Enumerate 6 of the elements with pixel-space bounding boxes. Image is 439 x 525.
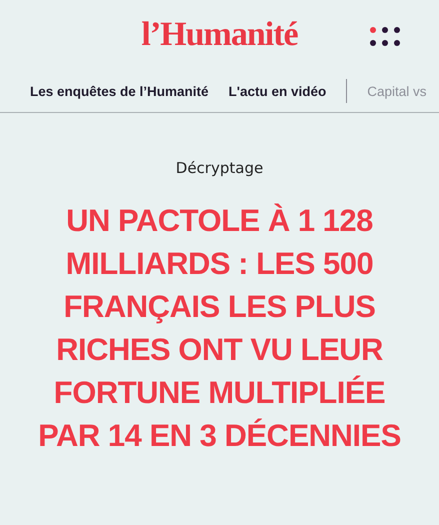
article-category: Décryptage <box>176 159 264 177</box>
nav-link[interactable]: L'actu en vidéo <box>228 84 326 98</box>
menu-icon[interactable] <box>369 27 401 47</box>
article-title: UN PACTOLE À 1 128 MILLIARDS : LES 500 FRANÇAIS LES PLUS RICHES ONT VU LEUR FORTUNE MULTIPLIÉE PAR 14 EN 3 DÉCENNIES <box>37 202 402 455</box>
logo[interactable]: l’Humanité <box>141 16 298 54</box>
nav-link[interactable]: Les enquêtes de l’Humanité <box>30 84 209 98</box>
